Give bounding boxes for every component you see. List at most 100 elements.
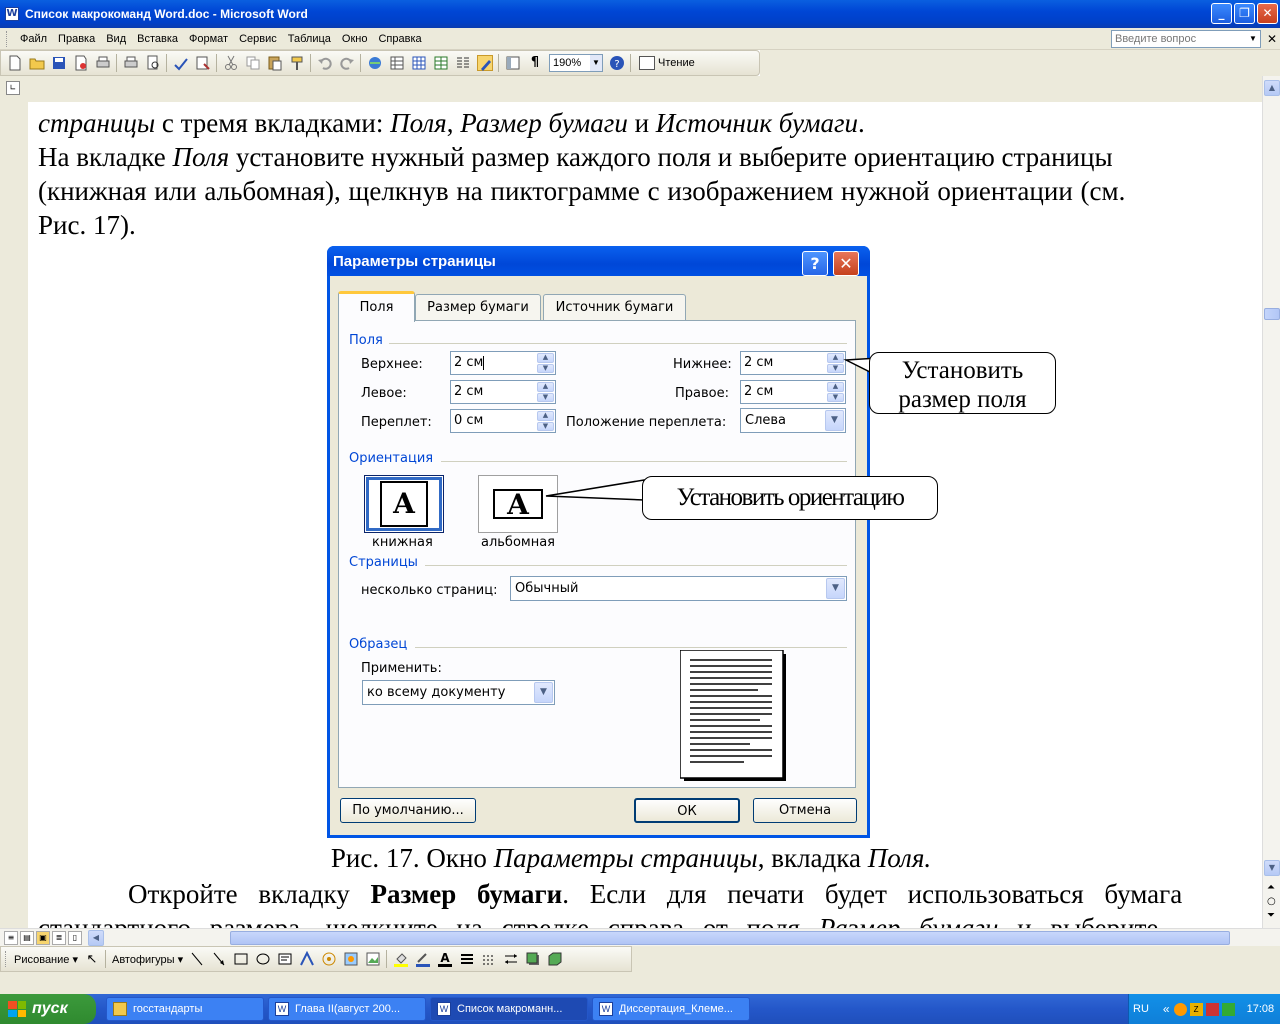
paste-icon[interactable] [267, 55, 283, 71]
drawing-menu-button[interactable]: Рисование ▾ [14, 953, 78, 966]
chevron-down-icon[interactable]: ▼ [826, 578, 845, 599]
font-color-icon[interactable]: A [437, 951, 453, 967]
dash-style-icon[interactable] [481, 951, 497, 967]
menu-edit[interactable]: Правка [58, 33, 95, 45]
oval-icon[interactable] [255, 951, 271, 967]
scroll-down-icon[interactable]: ▼ [1264, 860, 1280, 876]
chevron-down-icon[interactable]: ▼ [590, 55, 602, 71]
zoom-select[interactable]: 190% ▼ [549, 54, 603, 72]
print-icon-2[interactable] [123, 55, 139, 71]
zonealarm-icon[interactable]: Z [1189, 1002, 1203, 1016]
next-page-icon[interactable]: ⏷ [1267, 910, 1275, 921]
spin-up-icon[interactable]: ▲ [537, 411, 554, 421]
spinner-arrows[interactable]: ▲ ▼ [827, 353, 844, 373]
hyperlink-icon[interactable] [367, 55, 383, 71]
vertical-scroll-thumb[interactable] [1264, 308, 1280, 320]
ok-button[interactable]: ОК [634, 798, 740, 823]
bottom-margin-spinner[interactable]: 2 см ▲ ▼ [740, 351, 846, 375]
task-button-chapter2[interactable]: W Глава II(август 200... [268, 997, 426, 1021]
cut-icon[interactable] [223, 55, 239, 71]
print-preview-icon[interactable] [145, 55, 161, 71]
top-margin-spinner[interactable]: 2 см ▲ ▼ [450, 351, 556, 375]
menu-insert[interactable]: Вставка [137, 33, 178, 45]
outline-view-icon[interactable]: ≣ [52, 931, 66, 945]
tab-selector-icon[interactable]: ∟ [6, 81, 20, 95]
save-icon[interactable] [51, 55, 67, 71]
chevron-down-icon[interactable]: ▼ [825, 410, 844, 431]
reading-view-icon[interactable]: ▯ [68, 931, 82, 945]
antivirus-icon[interactable] [1205, 1002, 1219, 1016]
toolbar-grip[interactable] [5, 951, 8, 967]
menu-tools[interactable]: Сервис [239, 33, 277, 45]
clip-art-icon[interactable] [343, 951, 359, 967]
line-style-icon[interactable] [459, 951, 475, 967]
print-icon[interactable] [95, 55, 111, 71]
menu-view[interactable]: Вид [106, 33, 126, 45]
read-mode-button[interactable]: Чтение [639, 56, 695, 70]
dialog-close-icon[interactable]: ✕ [833, 251, 859, 276]
language-indicator[interactable]: RU [1133, 1003, 1149, 1015]
diagram-icon[interactable] [321, 951, 337, 967]
print-layout-icon[interactable]: ▣ [36, 931, 50, 945]
new-document-icon[interactable] [7, 55, 23, 71]
show-formatting-icon[interactable]: ¶ [527, 55, 543, 71]
spin-up-icon[interactable]: ▲ [537, 353, 554, 363]
tab-paper-source[interactable]: Источник бумаги [543, 294, 686, 321]
restore-button[interactable]: ❐ [1234, 3, 1255, 24]
help-icon[interactable]: ? [609, 55, 625, 71]
tray-expand-icon[interactable]: « [1163, 1002, 1170, 1016]
spin-down-icon[interactable]: ▼ [537, 363, 554, 373]
spinner-arrows[interactable]: ▲ ▼ [827, 382, 844, 402]
normal-view-icon[interactable]: ≡ [4, 931, 18, 945]
drawing-toggle-icon[interactable] [477, 55, 493, 71]
task-button-macros[interactable]: W Список макроманн... [430, 997, 588, 1021]
insert-excel-icon[interactable] [433, 55, 449, 71]
spin-down-icon[interactable]: ▼ [827, 363, 844, 373]
menu-format[interactable]: Формат [189, 33, 228, 45]
undo-icon[interactable] [317, 55, 333, 71]
left-margin-spinner[interactable]: 2 см ▲ ▼ [450, 380, 556, 404]
landscape-option[interactable]: A [478, 475, 558, 533]
vertical-scrollbar[interactable]: ▲ ▼ ⏶ ○ ⏷ [1262, 76, 1280, 928]
spin-up-icon[interactable]: ▲ [537, 382, 554, 392]
arrow-style-icon[interactable] [503, 951, 519, 967]
scroll-left-icon[interactable]: ◀ [88, 930, 104, 946]
horizontal-scrollbar[interactable]: ≡ ▤ ▣ ≣ ▯ ◀ [0, 928, 1280, 946]
tab-paper-size[interactable]: Размер бумаги [415, 294, 541, 321]
text-box-icon[interactable] [277, 951, 293, 967]
chevron-down-icon[interactable]: ▼ [1247, 32, 1259, 46]
shadow-style-icon[interactable] [525, 951, 541, 967]
task-button-gosstandarty[interactable]: госстандарты [106, 997, 264, 1021]
network-icon[interactable] [1221, 1002, 1235, 1016]
tables-borders-icon[interactable] [389, 55, 405, 71]
right-margin-spinner[interactable]: 2 см ▲ ▼ [740, 380, 846, 404]
portrait-option[interactable]: A [364, 475, 444, 533]
line-color-icon[interactable] [415, 951, 431, 967]
minimize-button[interactable]: _ [1211, 3, 1232, 24]
select-objects-icon[interactable]: ↖ [84, 951, 100, 967]
spin-up-icon[interactable]: ▲ [827, 382, 844, 392]
spelling-icon[interactable] [173, 55, 189, 71]
insert-table-icon[interactable] [411, 55, 427, 71]
gutter-spinner[interactable]: 0 см ▲ ▼ [450, 409, 556, 433]
fill-color-icon[interactable] [393, 951, 409, 967]
spin-down-icon[interactable]: ▼ [537, 392, 554, 402]
chevron-down-icon[interactable]: ▼ [534, 682, 553, 703]
horizontal-scroll-thumb[interactable] [230, 931, 1230, 945]
research-icon[interactable] [195, 55, 211, 71]
web-view-icon[interactable]: ▤ [20, 931, 34, 945]
apply-to-select[interactable]: ко всему документу ▼ [362, 680, 555, 705]
security-alert-icon[interactable] [1173, 1002, 1187, 1016]
picture-icon[interactable] [365, 951, 381, 967]
scroll-up-icon[interactable]: ▲ [1264, 80, 1280, 96]
3d-style-icon[interactable] [547, 951, 563, 967]
dialog-help-icon[interactable]: ? [802, 251, 828, 276]
menu-file[interactable]: Файл [20, 33, 47, 45]
redo-icon[interactable] [339, 55, 355, 71]
spinner-arrows[interactable]: ▲ ▼ [537, 353, 554, 373]
gutter-position-select[interactable]: Слева ▼ [740, 408, 846, 433]
ask-question-input[interactable]: Введите вопрос ▼ [1111, 30, 1261, 48]
spinner-arrows[interactable]: ▲ ▼ [537, 382, 554, 402]
multiple-pages-select[interactable]: Обычный ▼ [510, 576, 847, 601]
document-map-icon[interactable] [505, 55, 521, 71]
